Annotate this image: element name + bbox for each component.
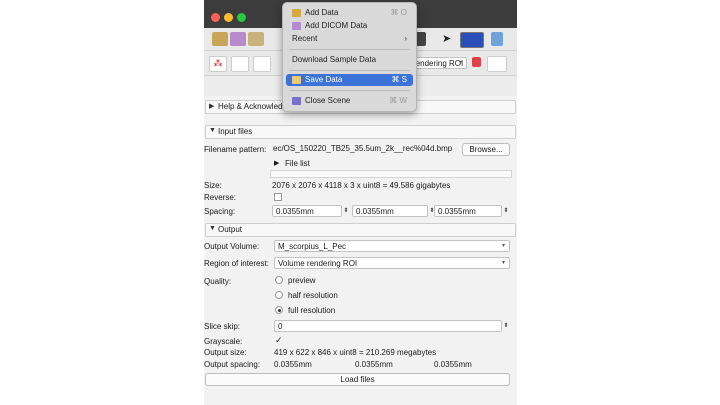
chevron-down-icon: ▼ (209, 127, 216, 134)
ruler-icon[interactable] (231, 56, 249, 72)
module-panel: ▶ Help & Acknowledgment ▼ Input files Fi… (204, 96, 517, 405)
slice-skip-value: 0 (278, 322, 283, 331)
roi-selector-label: rendering ROI (413, 59, 464, 68)
chevron-right-icon: ▶ (209, 103, 215, 110)
add-data-icon (292, 9, 301, 17)
spacing-z-value: 0.0355mm (438, 207, 476, 216)
markups-icon[interactable]: ⁂ (209, 56, 227, 72)
output-volume-value: M_scorpius_L_Pec (278, 242, 347, 251)
grayscale-label: Grayscale: (204, 337, 243, 346)
chevron-down-icon: ▾ (501, 243, 505, 249)
input-section-label: Input files (218, 127, 253, 136)
quality-preview-radio[interactable] (275, 276, 283, 284)
add-dicom-label: Add DICOM Data (305, 21, 368, 30)
recent-label: Recent (292, 34, 318, 43)
save-icon[interactable] (248, 32, 264, 46)
output-size-value: 419 x 622 x 846 x uint8 = 210.269 megaby… (274, 348, 437, 357)
output-spacing-y: 0.0355mm (355, 360, 393, 369)
input-section-header[interactable]: ▼ Input files (205, 125, 516, 139)
roi-value: Volume rendering ROI (278, 259, 358, 268)
output-volume-selector[interactable]: M_scorpius_L_Pec ▾ (274, 240, 510, 252)
zoom-window-button[interactable] (237, 13, 246, 22)
output-spacing-label: Output spacing: (204, 360, 261, 369)
reverse-checkbox[interactable] (274, 193, 282, 201)
quality-preview-label[interactable]: preview (288, 276, 316, 285)
slice-skip-input[interactable]: 0 (274, 320, 502, 332)
quality-label: Quality: (204, 277, 232, 286)
menu-item-close-scene[interactable]: Close Scene ⌘ W (286, 95, 413, 107)
filename-pattern-input[interactable]: ec/OS_150220_TB25_35.5um_2k__rec%04d.bmp (270, 143, 460, 155)
cursor-icon[interactable]: ➤ (442, 32, 452, 46)
slice-skip-stepper[interactable]: ⬍ (502, 320, 510, 332)
menu-separator (289, 90, 410, 91)
chevron-down-icon: ▾ (458, 60, 462, 66)
spacing-y-input[interactable]: 0.0355mm (352, 205, 428, 217)
output-size-label: Output size: (204, 348, 247, 357)
angle-icon[interactable] (253, 56, 271, 72)
size-value: 2076 x 2076 x 4118 x 3 x uint8 = 49.586 … (272, 181, 451, 190)
spacing-z-input[interactable]: 0.0355mm (434, 205, 502, 217)
spacing-x-value: 0.0355mm (276, 207, 314, 216)
save-data-shortcut: ⌘ S (391, 75, 407, 84)
load-dicom-icon[interactable] (230, 32, 246, 46)
add-data-label: Add Data (305, 8, 339, 17)
menu-separator (289, 70, 410, 71)
chevron-right-icon: ▶ (274, 160, 280, 167)
layout-selector-icon[interactable] (460, 32, 484, 48)
menu-item-recent[interactable]: Recent › (286, 33, 413, 45)
spacing-label: Spacing: (204, 207, 236, 216)
close-scene-icon (292, 97, 301, 105)
menu-item-add-dicom[interactable]: Add DICOM Data (286, 20, 413, 32)
menu-item-add-data[interactable]: Add Data ⌘ O (286, 7, 413, 19)
stop-icon[interactable] (472, 57, 481, 67)
save-data-icon (292, 76, 301, 84)
quality-half-radio[interactable] (275, 291, 283, 299)
menu-item-save-data[interactable]: Save Data ⌘ S (286, 74, 413, 86)
menu-separator (289, 49, 410, 50)
output-section-label: Output (218, 225, 243, 234)
size-label: Size: (204, 181, 222, 190)
load-files-button[interactable]: Load files (205, 373, 510, 386)
close-scene-label: Close Scene (305, 96, 351, 105)
chevron-right-icon: › (404, 34, 407, 43)
chevron-down-icon: ▼ (209, 225, 216, 232)
spacing-x-input[interactable]: 0.0355mm (272, 205, 342, 217)
output-volume-label: Output Volume: (204, 242, 260, 251)
extension-icon[interactable] (491, 32, 503, 46)
quality-full-label[interactable]: full resolution (288, 306, 335, 315)
file-list-label: File list (285, 159, 310, 168)
output-spacing-x: 0.0355mm (274, 360, 312, 369)
pin-icon[interactable] (487, 56, 507, 72)
minimize-window-button[interactable] (224, 13, 233, 22)
load-data-icon[interactable] (212, 32, 228, 46)
output-section-header[interactable]: ▼ Output (205, 223, 516, 237)
browse-button[interactable]: Browse... (462, 143, 510, 156)
roi-label: Region of interest: (204, 259, 269, 268)
slice-skip-label: Slice skip: (204, 322, 241, 331)
spacing-y-value: 0.0355mm (356, 207, 394, 216)
file-menu: Add Data ⌘ O Add DICOM Data Recent › Dow… (282, 2, 417, 112)
download-sample-label: Download Sample Data (292, 55, 377, 64)
grayscale-checkbox[interactable]: ✓ (275, 335, 283, 346)
close-scene-shortcut: ⌘ W (389, 96, 407, 105)
filename-pattern-value: ec/OS_150220_TB25_35.5um_2k__rec%04d.bmp (273, 144, 453, 153)
file-list[interactable] (270, 170, 512, 178)
quality-half-label[interactable]: half resolution (288, 291, 338, 300)
save-data-label: Save Data (305, 75, 343, 84)
add-data-shortcut: ⌘ O (390, 8, 407, 17)
menu-item-download-sample[interactable]: Download Sample Data (286, 54, 413, 66)
add-dicom-icon (292, 22, 301, 30)
roi-dropdown[interactable]: Volume rendering ROI ▾ (274, 257, 510, 269)
filename-pattern-label: Filename pattern: (204, 145, 267, 154)
roi-selector[interactable]: rendering ROI ▾ (409, 57, 467, 69)
output-spacing-z: 0.0355mm (434, 360, 472, 369)
spacing-x-stepper[interactable]: ⬍ (342, 205, 350, 217)
spacing-z-stepper[interactable]: ⬍ (502, 205, 510, 217)
reverse-label: Reverse: (204, 193, 237, 202)
chevron-down-icon: ▾ (501, 260, 505, 266)
quality-full-radio[interactable] (275, 306, 283, 314)
close-window-button[interactable] (211, 13, 220, 22)
